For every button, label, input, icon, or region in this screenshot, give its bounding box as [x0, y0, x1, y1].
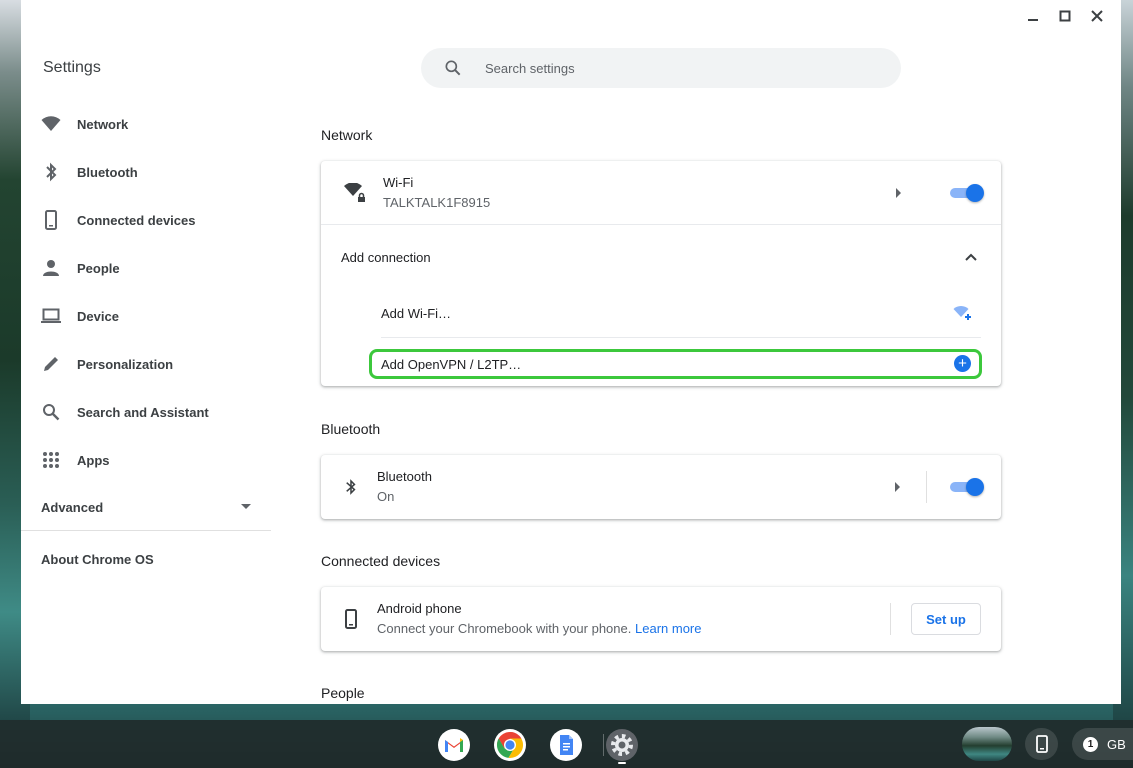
sidebar: Network Bluetooth Connected devices Peop… [21, 100, 271, 587]
sidebar-item-label: Connected devices [77, 212, 196, 228]
highlight-box [369, 349, 982, 379]
minimize-icon [1028, 19, 1038, 21]
sidebar-item-network[interactable]: Network [21, 100, 271, 148]
android-phone-label: Android phone [377, 601, 462, 616]
add-connection-label: Add connection [341, 250, 431, 265]
wifi-toggle-knob [966, 184, 984, 202]
search-input[interactable] [485, 60, 865, 76]
sidebar-advanced-label: Advanced [41, 499, 104, 515]
sidebar-item-bluetooth[interactable]: Bluetooth [21, 148, 271, 196]
connected-devices-card: Android phone Connect your Chromebook wi… [321, 587, 1001, 651]
bluetooth-label: Bluetooth [377, 469, 432, 484]
wifi-add-icon [953, 306, 971, 320]
wifi-icon [41, 114, 61, 134]
sidebar-item-about[interactable]: About Chrome OS [21, 531, 271, 587]
sidebar-item-label: Bluetooth [77, 164, 138, 180]
people-section-title: People [321, 685, 365, 701]
pen-icon [41, 354, 61, 374]
android-phone-row: Android phone Connect your Chromebook wi… [321, 587, 1001, 651]
laptop-icon [41, 306, 61, 326]
dropdown-arrow-icon [241, 504, 251, 509]
wifi-label: Wi-Fi [383, 175, 414, 190]
minimize-button[interactable] [1017, 8, 1049, 24]
sidebar-item-personalization[interactable]: Personalization [21, 340, 271, 388]
add-wifi-row[interactable]: Add Wi-Fi… [381, 289, 981, 338]
sidebar-item-label: Apps [77, 452, 110, 468]
learn-more-link[interactable]: Learn more [635, 621, 701, 636]
search-box[interactable] [421, 48, 901, 88]
android-phone-description-line: Connect your Chromebook with your phone.… [377, 621, 701, 636]
sidebar-item-label: Search and Assistant [77, 404, 209, 420]
phone-icon [345, 609, 357, 629]
docs-icon[interactable] [550, 729, 582, 761]
bluetooth-status: On [377, 489, 395, 504]
sidebar-item-connected-devices[interactable]: Connected devices [21, 196, 271, 244]
wifi-ssid: TALKTALK1F8915 [383, 195, 491, 210]
add-wifi-label: Add Wi-Fi… [381, 306, 452, 321]
settings-window: Settings Network Bluetooth Connected dev… [21, 0, 1121, 704]
shelf-divider [603, 734, 604, 756]
notification-badge: 1 [1083, 736, 1098, 752]
connected-devices-section-title: Connected devices [321, 553, 441, 569]
tray-label: GB [1107, 736, 1126, 752]
sidebar-advanced[interactable]: Advanced [21, 484, 271, 530]
apps-grid-icon [41, 450, 61, 470]
phone-icon [1035, 735, 1048, 753]
close-icon [1091, 10, 1103, 22]
sidebar-item-label: Network [77, 116, 129, 132]
bluetooth-toggle[interactable] [950, 477, 984, 497]
bluetooth-card: Bluetooth On [321, 455, 1001, 519]
bluetooth-row[interactable]: Bluetooth On [321, 455, 1001, 519]
set-up-button[interactable]: Set up [911, 603, 981, 635]
android-separator [890, 603, 891, 635]
sidebar-item-search-and-assistant[interactable]: Search and Assistant [21, 388, 271, 436]
bluetooth-icon [346, 479, 356, 495]
bluetooth-icon [41, 162, 61, 182]
search-icon [445, 60, 461, 76]
phone-hub-button[interactable] [1025, 728, 1058, 760]
phone-icon [41, 210, 61, 230]
wifi-row[interactable]: Wi-Fi TALKTALK1F8915 [321, 161, 1001, 225]
gmail-icon[interactable] [438, 729, 470, 761]
window-controls [1017, 8, 1113, 24]
page-title: Settings [43, 59, 101, 76]
sidebar-item-device[interactable]: Device [21, 292, 271, 340]
chevron-up-icon[interactable] [965, 253, 977, 261]
status-tray[interactable]: 1 GB [1072, 728, 1133, 760]
maximize-button[interactable] [1049, 8, 1081, 24]
sidebar-item-apps[interactable]: Apps [21, 436, 271, 484]
bluetooth-arrow-icon[interactable] [895, 482, 900, 492]
sidebar-item-label: Device [77, 308, 119, 324]
settings-icon[interactable] [606, 729, 638, 761]
bluetooth-separator [926, 471, 927, 503]
close-button[interactable] [1081, 8, 1113, 24]
bluetooth-toggle-knob [966, 478, 984, 496]
wifi-locked-icon [343, 182, 367, 208]
maximize-icon [1059, 10, 1071, 22]
sidebar-item-people[interactable]: People [21, 244, 271, 292]
chrome-icon[interactable] [494, 729, 526, 761]
wifi-toggle[interactable] [950, 183, 984, 203]
search-icon [41, 402, 61, 422]
active-app-indicator [618, 762, 626, 764]
desk-preview-thumbnail[interactable] [962, 727, 1012, 761]
sidebar-item-label: People [77, 260, 120, 276]
wifi-arrow-icon[interactable] [896, 188, 901, 198]
android-phone-description: Connect your Chromebook with your phone. [377, 621, 632, 636]
network-card: Wi-Fi TALKTALK1F8915 Add connection Add … [321, 161, 1001, 386]
add-connection-row[interactable]: Add connection [321, 225, 1001, 289]
bluetooth-section-title: Bluetooth [321, 421, 381, 437]
person-icon [41, 258, 61, 278]
sidebar-item-label: Personalization [77, 356, 174, 372]
network-section-title: Network [321, 127, 373, 143]
